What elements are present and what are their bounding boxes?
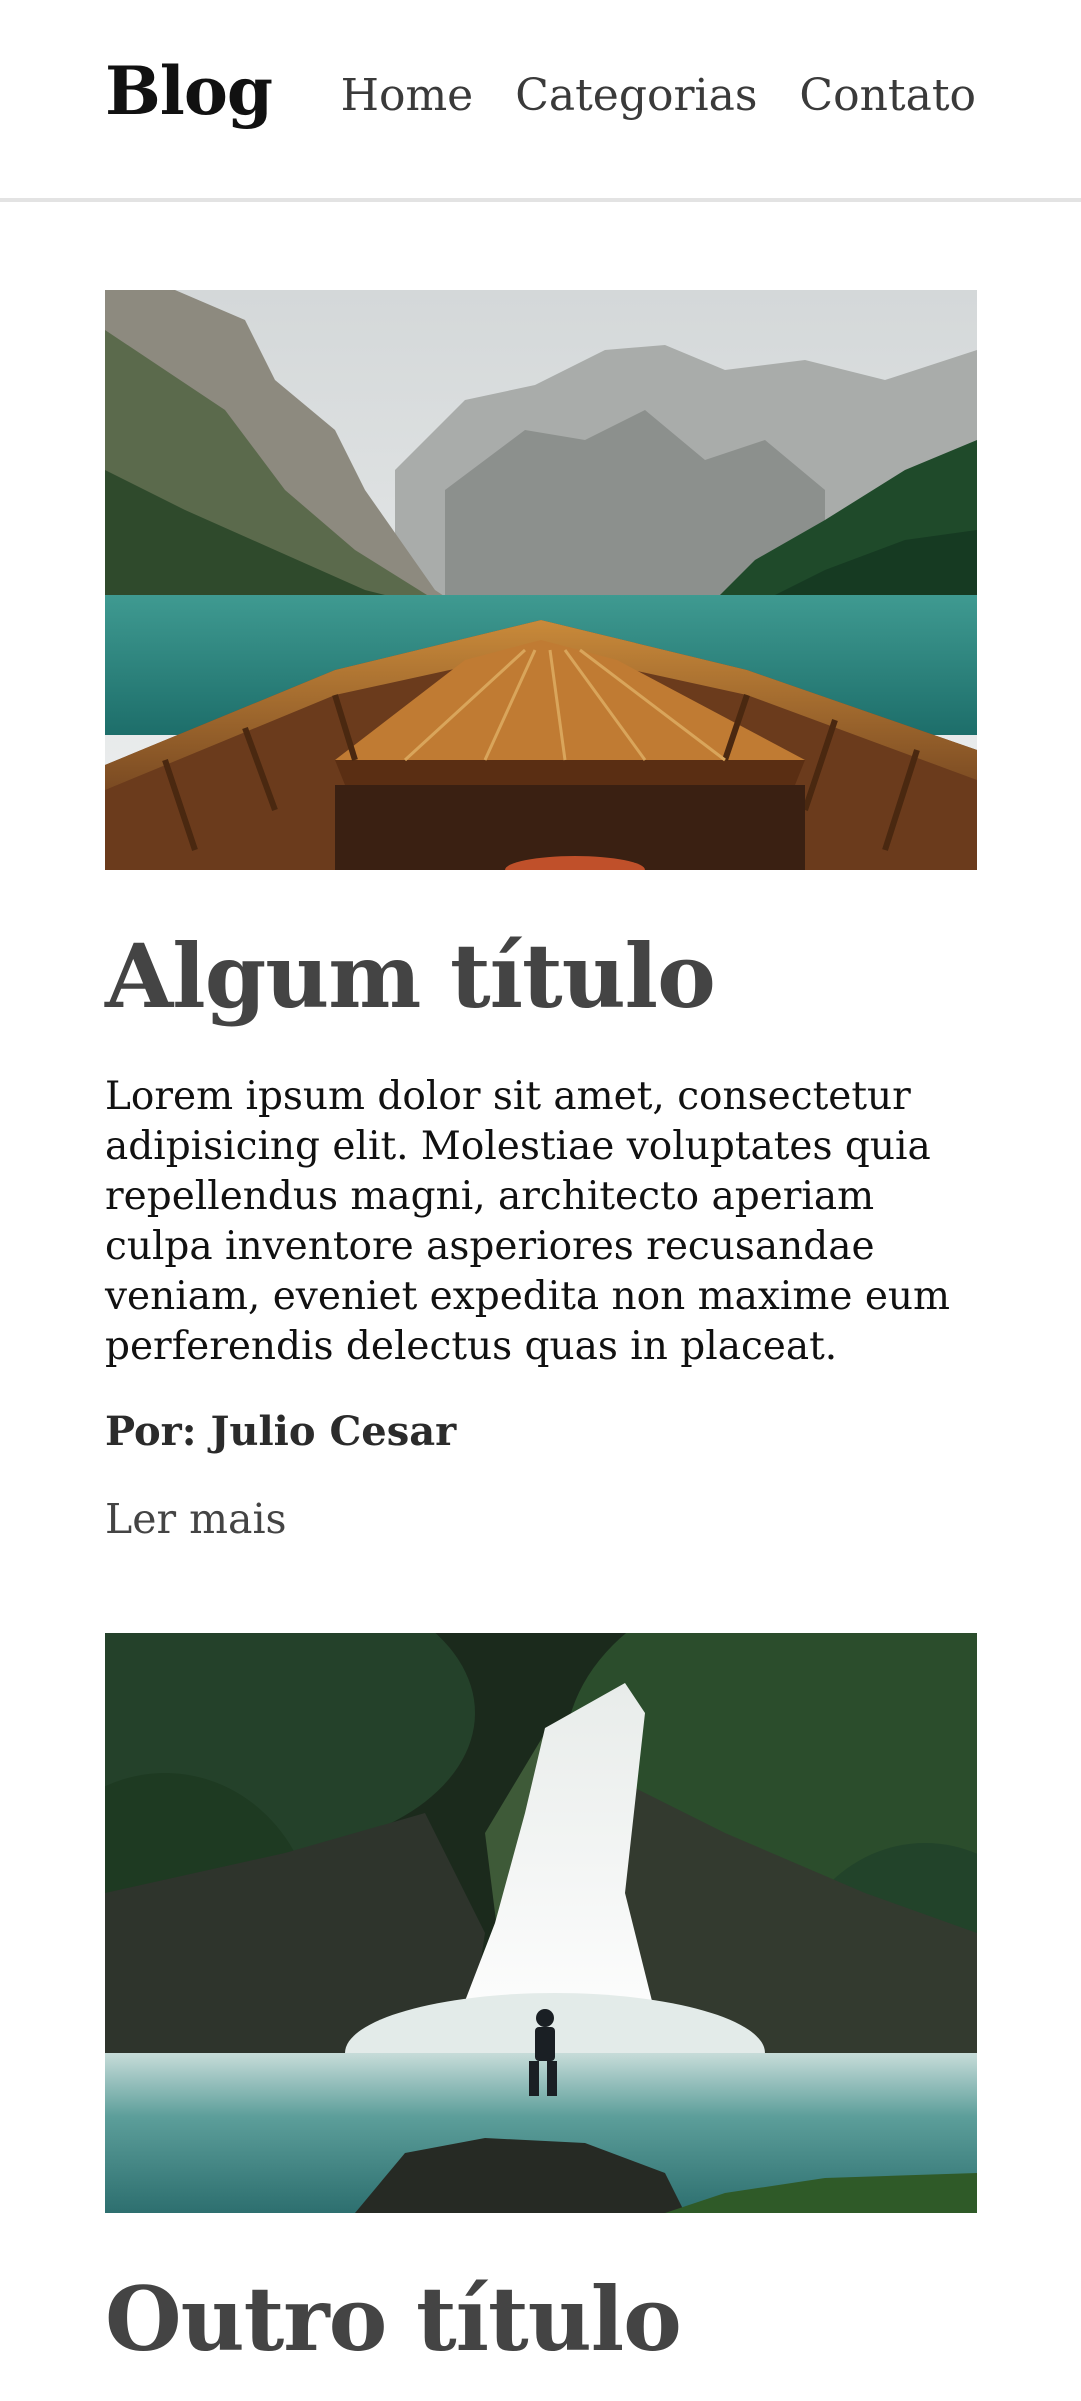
post-image-waterfall [105,1633,977,2213]
post-title[interactable]: Algum título [105,932,977,1020]
post-title[interactable]: Outro título [105,2275,977,2363]
post-image-mountain-lake [105,290,977,870]
post-excerpt: Lorem ipsum dolor sit amet, consectetur … [105,1074,950,1369]
nav-home-link[interactable]: Home [341,74,474,118]
post-card: Outro título [105,1633,977,2363]
nav-categorias-link[interactable]: Categorias [515,74,757,118]
site-header: Blog Home Categorias Contato [0,0,1081,202]
read-more-link[interactable]: Ler mais [105,1495,287,1543]
nav-contato-link[interactable]: Contato [799,74,976,118]
post-card: Algum título Lorem ipsum dolor sit amet,… [105,290,977,1543]
post-author: Por: Julio Cesar [105,1408,457,1455]
brand-logo[interactable]: Blog [105,58,273,124]
main-nav: Home Categorias Contato [341,74,976,118]
